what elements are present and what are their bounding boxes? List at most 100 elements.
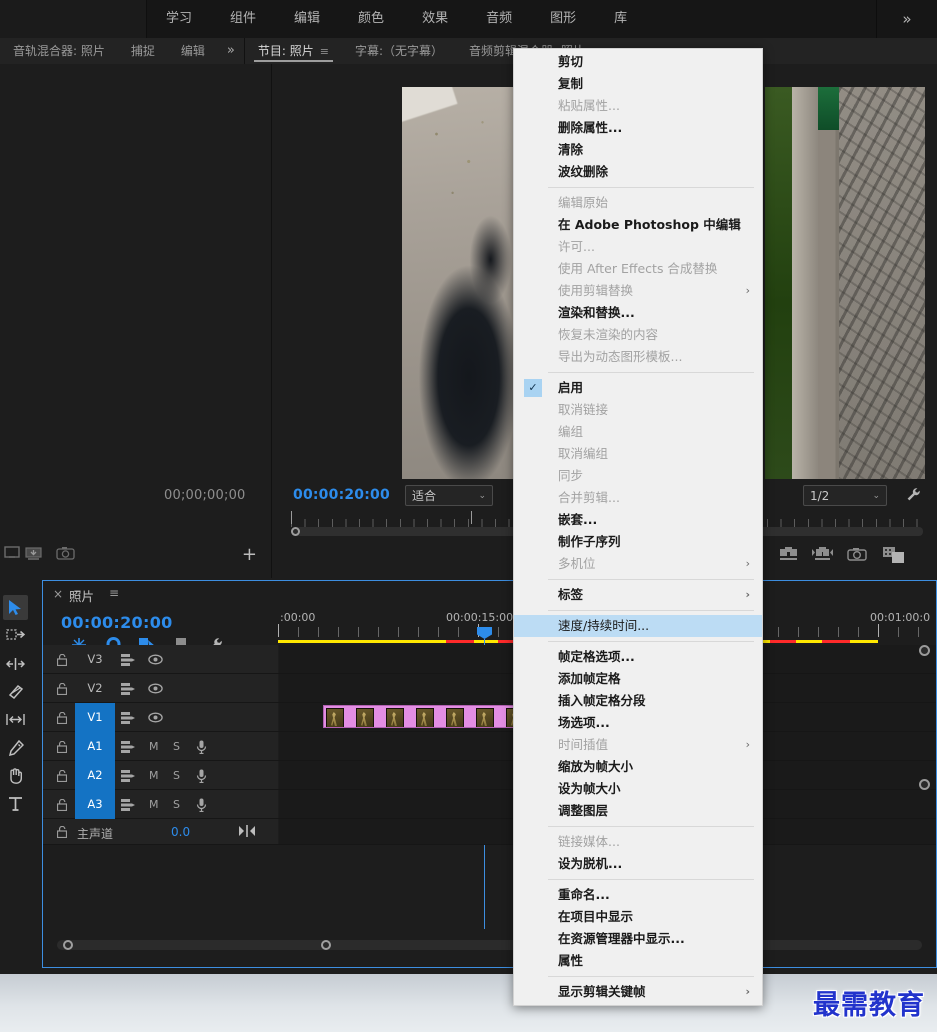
lock-icon[interactable]	[56, 653, 68, 669]
type-tool[interactable]	[3, 791, 28, 816]
resolution-select[interactable]: 1/2 ⌄	[803, 485, 887, 506]
eye-icon[interactable]	[148, 683, 163, 697]
playhead-handle[interactable]	[477, 627, 492, 639]
panel-tab-right-1[interactable]: 字幕:（无字幕）	[342, 38, 456, 64]
menu-item-44[interactable]: 在资源管理器中显示...	[514, 928, 762, 950]
track-name-A3[interactable]: A3	[75, 790, 115, 819]
menu-item-3[interactable]: 删除属性...	[514, 117, 762, 139]
timeline-timecode[interactable]: 00:00:20:00	[61, 613, 173, 632]
menu-item-12[interactable]: 渲染和替换...	[514, 302, 762, 324]
menu-item-36[interactable]: 设为帧大小	[514, 778, 762, 800]
menu-item-33[interactable]: 场选项...	[514, 712, 762, 734]
workspace-item-5[interactable]: 音频	[467, 0, 531, 38]
program-extract-icon[interactable]	[812, 547, 833, 565]
master-volume-value[interactable]: 0.0	[171, 825, 190, 839]
sync-lock-icon[interactable]	[121, 769, 135, 785]
menu-item-16[interactable]: ✓ 启用	[514, 377, 762, 399]
close-icon[interactable]: ×	[53, 587, 63, 601]
fit-select[interactable]: 适合 ⌄	[405, 485, 493, 506]
panel-tab-left-0[interactable]: 音轨混合器: 照片	[0, 38, 118, 64]
panel-tab-left-1[interactable]: 捕捉	[118, 38, 168, 64]
selection-tool[interactable]	[3, 595, 28, 620]
menu-item-32[interactable]: 插入帧定格分段	[514, 690, 762, 712]
mic-icon[interactable]	[196, 740, 207, 757]
solo-button[interactable]: S	[173, 740, 180, 753]
hscroll-right-handle[interactable]	[321, 940, 331, 950]
track-name-V1[interactable]: V1	[75, 703, 115, 732]
mic-icon[interactable]	[196, 769, 207, 786]
menu-item-22[interactable]: 嵌套...	[514, 509, 762, 531]
track-name-V3[interactable]: V3	[75, 645, 115, 674]
horizontal-scrollbar[interactable]	[57, 940, 922, 950]
lock-icon[interactable]	[56, 798, 68, 814]
menu-item-31[interactable]: 添加帧定格	[514, 668, 762, 690]
sync-lock-icon[interactable]	[121, 740, 135, 756]
lock-icon[interactable]	[56, 711, 68, 727]
sync-lock-icon[interactable]	[121, 798, 135, 814]
solo-button[interactable]: S	[173, 769, 180, 782]
menu-item-1[interactable]: 复制	[514, 73, 762, 95]
pan-icon[interactable]	[239, 825, 255, 840]
eye-icon[interactable]	[148, 654, 163, 668]
program-scrubber-handle[interactable]	[291, 527, 300, 536]
workspace-item-4[interactable]: 效果	[403, 0, 467, 38]
menu-item-5[interactable]: 波纹删除	[514, 161, 762, 183]
source-monitor-canvas[interactable]	[0, 64, 271, 479]
track-name-A2[interactable]: A2	[75, 761, 115, 790]
menu-item-40[interactable]: 设为脱机...	[514, 853, 762, 875]
eye-icon[interactable]	[148, 712, 163, 726]
workspace-item-6[interactable]: 图形	[531, 0, 595, 38]
lock-icon[interactable]	[56, 769, 68, 785]
mute-button[interactable]: M	[149, 740, 159, 753]
settings-wrench-icon[interactable]	[906, 487, 921, 505]
menu-item-47[interactable]: 显示剪辑关键帧 ›	[514, 981, 762, 1003]
program-comparison-view-icon[interactable]	[883, 547, 904, 566]
timeline-menu-icon[interactable]: ≡	[109, 586, 119, 600]
sync-lock-icon[interactable]	[121, 682, 135, 698]
menu-item-43[interactable]: 在项目中显示	[514, 906, 762, 928]
mute-button[interactable]: M	[149, 769, 159, 782]
source-timecode[interactable]: 00;00;00;00	[164, 488, 246, 503]
workspace-item-1[interactable]: 组件	[211, 0, 275, 38]
source-lift-icon[interactable]	[24, 546, 43, 564]
vscroll-bottom-handle[interactable]	[919, 779, 930, 790]
menu-item-45[interactable]: 属性	[514, 950, 762, 972]
solo-button[interactable]: S	[173, 798, 180, 811]
tabgroup-left-more[interactable]: »	[218, 38, 244, 64]
menu-item-37[interactable]: 调整图层	[514, 800, 762, 822]
menu-item-28[interactable]: 速度/持续时间...	[514, 615, 762, 637]
sync-lock-icon[interactable]	[121, 711, 135, 727]
menu-item-42[interactable]: 重命名...	[514, 884, 762, 906]
workspace-item-2[interactable]: 编辑	[275, 0, 339, 38]
lock-icon[interactable]	[56, 682, 68, 698]
lock-icon-master[interactable]	[56, 825, 68, 841]
hand-tool[interactable]	[3, 763, 28, 788]
vscroll-top-handle[interactable]	[919, 645, 930, 656]
mute-button[interactable]: M	[149, 798, 159, 811]
workspace-item-0[interactable]: 学习	[147, 0, 211, 38]
menu-item-0[interactable]: 剪切	[514, 51, 762, 73]
mic-icon[interactable]	[196, 798, 207, 815]
ripple-edit-tool[interactable]	[3, 651, 28, 676]
slip-tool[interactable]	[3, 707, 28, 732]
lock-icon[interactable]	[56, 740, 68, 756]
workspace-more-button[interactable]: »	[877, 0, 937, 38]
program-camera-icon[interactable]	[847, 547, 867, 565]
program-timecode[interactable]: 00:00:20:00	[293, 487, 390, 503]
source-camera-icon[interactable]	[56, 546, 75, 564]
source-add-marker-button[interactable]: +	[242, 544, 257, 565]
track-select-forward-tool[interactable]	[3, 623, 28, 648]
menu-item-23[interactable]: 制作子序列	[514, 531, 762, 553]
pen-tool[interactable]	[3, 735, 28, 760]
hscroll-left-handle[interactable]	[63, 940, 73, 950]
razor-tool[interactable]	[3, 679, 28, 704]
track-name-A1[interactable]: A1	[75, 732, 115, 761]
panel-tab-left-2[interactable]: 编辑	[168, 38, 218, 64]
program-lift-icon[interactable]	[779, 547, 798, 565]
workspace-item-7[interactable]: 库	[595, 0, 646, 38]
menu-item-35[interactable]: 缩放为帧大小	[514, 756, 762, 778]
menu-item-8[interactable]: 在 Adobe Photoshop 中编辑	[514, 214, 762, 236]
track-name-V2[interactable]: V2	[75, 674, 115, 703]
sync-lock-icon[interactable]	[121, 653, 135, 669]
workspace-item-3[interactable]: 颜色	[339, 0, 403, 38]
